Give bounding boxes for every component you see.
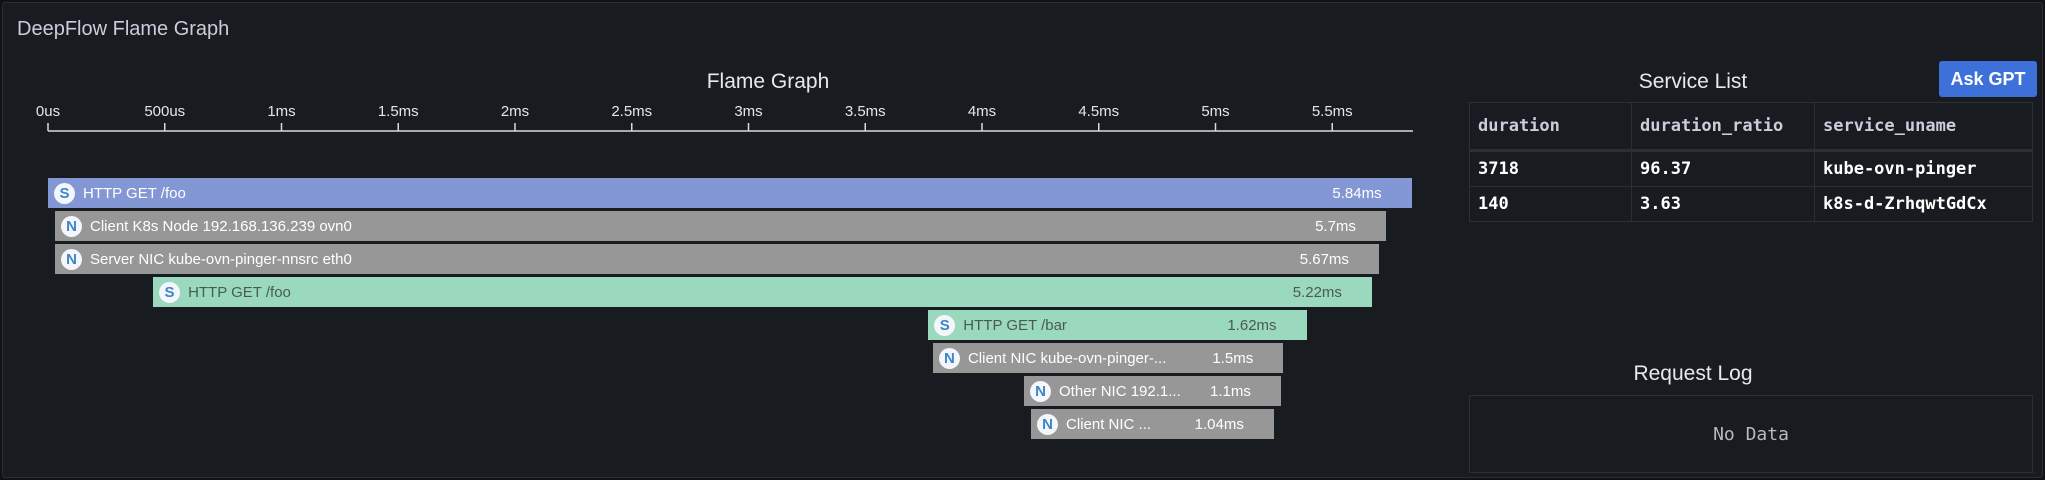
axis-tick-label: 0us — [36, 103, 60, 120]
axis-tick-label: 5ms — [1201, 103, 1229, 120]
axis-tick-label: 5.5ms — [1312, 103, 1353, 120]
flame-span[interactable]: S HTTP GET /foo 5.22ms — [153, 277, 1372, 307]
network-span-icon: N — [1037, 413, 1059, 435]
flame-graph-title: Flame Graph — [706, 70, 830, 93]
flame-span[interactable]: N Server NIC kube-ovn-pinger-nnsrc eth0 5.… — [55, 244, 1379, 274]
flame-span-duration: 5.67ms — [1299, 250, 1349, 268]
request-log-title: Request Log — [1633, 362, 1753, 385]
time-axis: 0us 500us 1ms 1.5ms 2ms 2.5ms 3ms 3.5ms 4ms 4.5ms… — [36, 103, 1413, 132]
flame-span[interactable]: N Other NIC 192.1... 1.1ms — [1024, 376, 1281, 406]
flame-span-duration: 5.7ms — [1315, 217, 1356, 235]
flame-span[interactable]: N Client NIC ... 1.04ms — [1031, 409, 1274, 439]
axis-tick-label: 500us — [144, 103, 185, 120]
flame-span[interactable]: S HTTP GET /foo 5.84ms — [48, 178, 1412, 208]
service-span-icon: S — [934, 314, 956, 336]
axis-tick-label: 3.5ms — [845, 103, 886, 120]
flame-graph: S HTTP GET /foo 5.84ms N Client K8s Node 192… — [3, 178, 1423, 448]
column-header-duration[interactable]: duration — [1469, 102, 1632, 152]
flame-span-label: Server NIC kube-ovn-pinger-nnsrc eth0 — [90, 250, 352, 268]
network-span-icon: N — [61, 215, 82, 237]
flame-span[interactable]: S HTTP GET /bar 1.62ms — [928, 310, 1307, 340]
flame-span[interactable]: N Client K8s Node 192.168.136.239 ovn0 5.7… — [55, 211, 1386, 241]
flame-span-duration: 5.84ms — [1332, 184, 1382, 202]
axis-tick-label: 1.5ms — [378, 103, 419, 120]
flame-span-duration: 5.22ms — [1292, 283, 1342, 301]
flame-span[interactable]: N Client NIC kube-ovn-pinger-... 1.5ms — [932, 343, 1284, 373]
table-cell: 96.37 — [1631, 150, 1815, 187]
flame-span-duration: 1.04ms — [1194, 415, 1244, 433]
axis-tick-label: 1ms — [267, 103, 295, 120]
service-list-title: Service List — [1638, 70, 1748, 93]
flame-span-label: HTTP GET /foo — [188, 283, 291, 301]
network-span-icon: N — [61, 248, 82, 270]
flame-span-duration: 1.62ms — [1227, 316, 1277, 334]
flame-span-duration: 1.1ms — [1210, 382, 1251, 400]
service-list-table: duration duration_ratio service_uname 37… — [1469, 102, 2033, 222]
flame-span-label: Client NIC kube-ovn-pinger-... — [967, 349, 1167, 367]
axis-tick-label: 2.5ms — [611, 103, 652, 120]
flame-span-duration: 1.5ms — [1212, 349, 1254, 367]
flame-span-label: HTTP GET /bar — [963, 316, 1067, 334]
table-cell: kube-ovn-pinger — [1814, 150, 2033, 187]
request-log-empty: No Data — [1469, 395, 2033, 473]
flame-span-label: HTTP GET /foo — [83, 184, 186, 202]
axis-tick-label: 4.5ms — [1078, 103, 1119, 120]
axis-tick-label: 2ms — [501, 103, 529, 120]
flame-span-label: Client NIC ... — [1066, 415, 1152, 433]
column-header-duration-ratio[interactable]: duration_ratio — [1631, 102, 1815, 152]
service-span-icon: S — [54, 182, 75, 204]
network-span-icon: N — [1030, 380, 1052, 402]
column-header-service-uname[interactable]: service_uname — [1814, 102, 2033, 152]
table-header-row: duration duration_ratio service_uname — [1469, 102, 2033, 152]
axis-tick-label: 3ms — [734, 103, 762, 120]
table-cell: 3.63 — [1631, 186, 1815, 222]
table-row[interactable]: 3718 96.37 kube-ovn-pinger — [1469, 150, 2033, 187]
ask-gpt-button[interactable]: Ask GPT — [1939, 61, 2037, 97]
table-cell: 3718 — [1469, 150, 1632, 187]
flame-span-label: Other NIC 192.1... — [1059, 382, 1181, 400]
flame-span-label: Client K8s Node 192.168.136.239 ovn0 — [90, 217, 352, 235]
axis-tick-label: 4ms — [968, 103, 996, 120]
service-span-icon: S — [159, 281, 181, 303]
panel-title: DeepFlow Flame Graph — [17, 18, 230, 40]
table-row[interactable]: 140 3.63 k8s-d-ZrhqwtGdCx — [1469, 186, 2033, 222]
table-cell: 140 — [1469, 186, 1632, 222]
network-span-icon: N — [938, 347, 960, 369]
flame-graph-panel: DeepFlow Flame Graph Flame Graph 0us 500u… — [2, 2, 2043, 478]
table-cell: k8s-d-ZrhqwtGdCx — [1814, 186, 2033, 222]
